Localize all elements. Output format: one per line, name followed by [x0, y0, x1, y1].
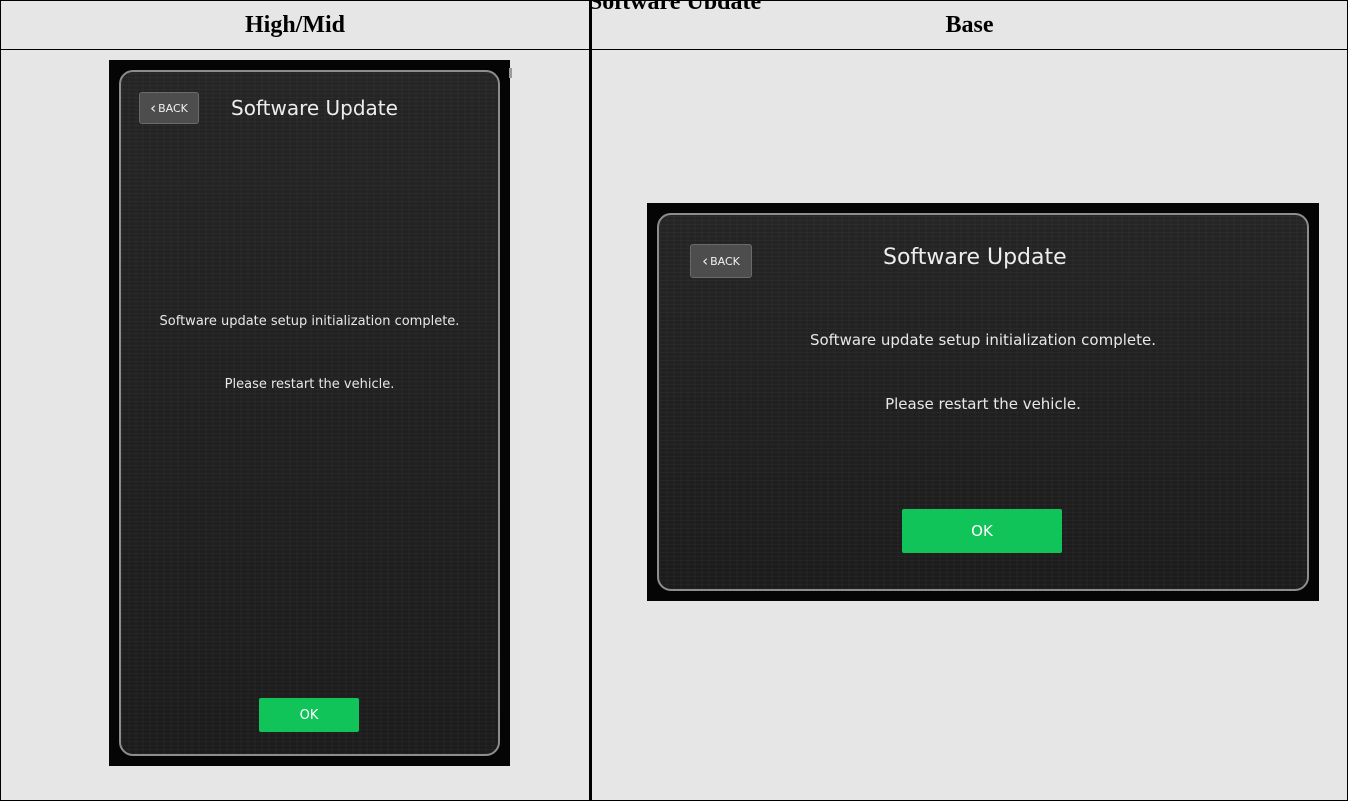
status-message: Software update setup initialization com…: [159, 314, 460, 329]
ok-button[interactable]: OK: [902, 509, 1062, 553]
high-mid-column: High/Mid ‹ BACK Software Update Software…: [1, 1, 592, 800]
chevron-left-icon: ‹: [150, 98, 157, 117]
instruction-message: Please restart the vehicle.: [224, 377, 395, 392]
back-button-label: BACK: [710, 254, 740, 268]
cut-off-page-heading: Software Update: [1, 0, 1348, 9]
back-button-label: BACK: [158, 101, 188, 115]
chevron-left-icon: ‹: [702, 251, 709, 270]
screen-title: Software Update: [883, 245, 1067, 270]
back-button[interactable]: ‹ BACK: [139, 92, 199, 124]
base-cell: ‹ BACK Software Update Software update s…: [592, 50, 1347, 800]
back-button[interactable]: ‹ BACK: [690, 244, 752, 278]
screen-title: Software Update: [231, 96, 398, 120]
ok-button[interactable]: OK: [259, 698, 359, 732]
status-message: Software update setup initialization com…: [809, 331, 1157, 349]
high-mid-screen-panel: ‹ BACK Software Update Software update s…: [119, 70, 500, 756]
base-column: Base ‹ BACK Software Update Software upd…: [592, 1, 1347, 800]
comparison-table: Software Update High/Mid ‹ BACK Software…: [0, 0, 1348, 801]
bezel-notch: [509, 68, 512, 78]
instruction-message: Please restart the vehicle.: [885, 395, 1081, 413]
high-mid-screen: ‹ BACK Software Update Software update s…: [109, 60, 512, 766]
base-screen: ‹ BACK Software Update Software update s…: [647, 203, 1319, 601]
high-mid-cell: ‹ BACK Software Update Software update s…: [1, 50, 589, 800]
base-screen-panel: ‹ BACK Software Update Software update s…: [657, 213, 1309, 591]
